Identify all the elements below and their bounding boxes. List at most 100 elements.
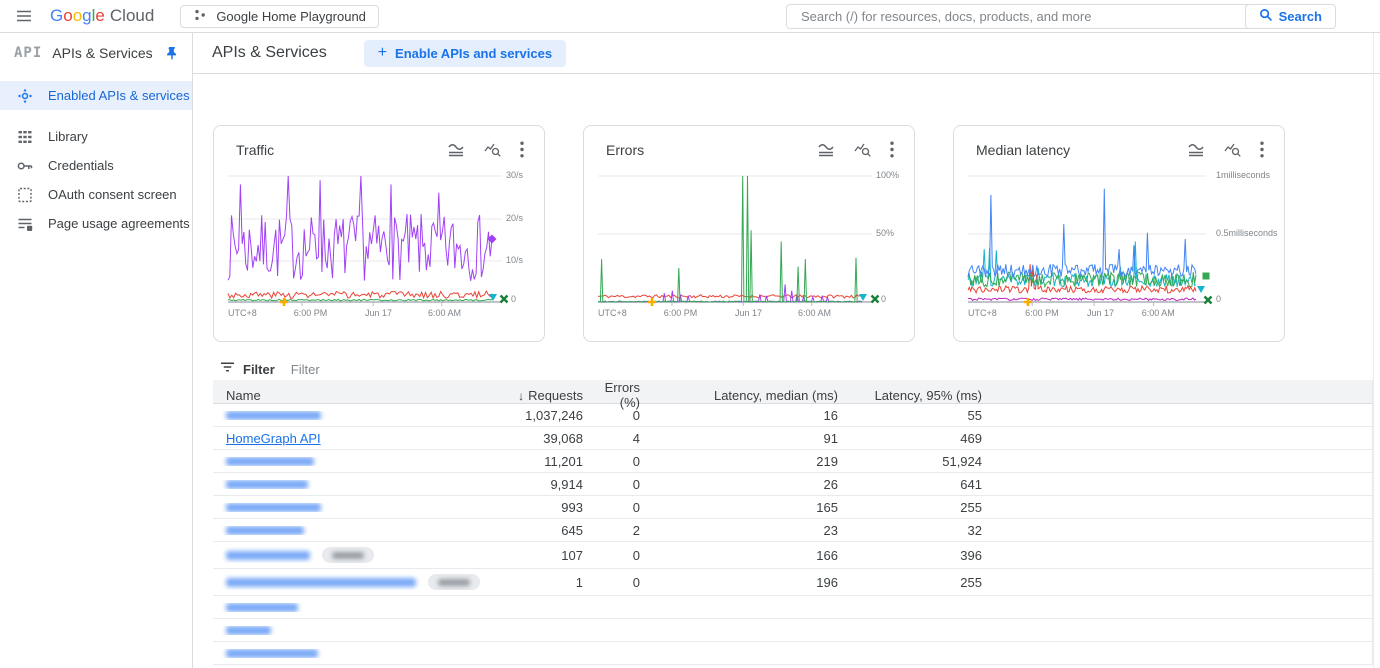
x-axis-label: 6:00 AM [798, 308, 831, 318]
oauth-icon [16, 186, 34, 204]
scrollbar-track[interactable] [1373, 33, 1374, 668]
errors-cell: 0 [583, 575, 660, 590]
sidebar-item-enabled-apis-services[interactable]: Enabled APIs & services [0, 81, 192, 110]
sidebar-item-page-usage-agreements[interactable]: Page usage agreements [0, 209, 192, 238]
col-requests[interactable]: ↓Requests [503, 388, 583, 403]
redacted-api-link[interactable] [226, 503, 321, 512]
topbar: Google Cloud Google Home Playground Sear… [0, 0, 1380, 33]
redacted-api-link[interactable] [226, 480, 308, 489]
redacted-api-link[interactable] [226, 551, 310, 560]
pin-icon[interactable] [166, 46, 178, 60]
api-name-cell [213, 626, 503, 635]
p95-cell: 255 [838, 500, 982, 515]
more-options-icon[interactable] [890, 141, 894, 158]
hamburger-menu-icon[interactable] [14, 6, 34, 26]
x-axis-label: Jun 17 [735, 308, 762, 318]
search-button[interactable]: Search [1245, 4, 1336, 29]
redacted-api-link[interactable] [226, 626, 271, 635]
more-options-icon[interactable] [1260, 141, 1264, 158]
x-axis-label: 6:00 AM [1142, 308, 1175, 318]
smoothing-icon[interactable] [816, 142, 836, 158]
api-name-cell [213, 457, 503, 466]
compass-icon [16, 87, 34, 105]
explore-chart-icon[interactable] [853, 141, 873, 158]
filter-input[interactable]: Filter [291, 362, 1380, 377]
sidebar-header: API APIs & Services [0, 33, 192, 73]
chart-traffic: 30/s20/s10/s0UTC+86:00 PMJun 176:00 AM [214, 162, 544, 322]
sidebar: API APIs & Services Enabled APIs & servi… [0, 33, 193, 668]
api-name-cell [213, 503, 503, 512]
card-title: Median latency [976, 142, 1186, 158]
sidebar-item-label: Page usage agreements [48, 216, 190, 231]
requests-cell: 993 [503, 500, 583, 515]
google-cloud-logo[interactable]: Google Cloud [50, 6, 154, 26]
filter-row: Filter Filter [220, 358, 1380, 380]
api-link[interactable]: HomeGraph API [226, 431, 321, 446]
logo-cloud-word: Cloud [110, 6, 154, 26]
redacted-api-link[interactable] [226, 457, 314, 466]
more-options-icon[interactable] [520, 141, 524, 158]
y-axis-label: 0.5milliseconds [1216, 228, 1278, 238]
api-name-cell [213, 574, 503, 590]
global-search: Search [786, 4, 1336, 29]
redacted-api-link[interactable] [226, 603, 298, 612]
api-name-cell [213, 547, 503, 563]
filter-label: Filter [243, 362, 275, 377]
sidebar-item-label: Library [48, 129, 88, 144]
sidebar-item-label: OAuth consent screen [48, 187, 177, 202]
p95-cell: 55 [838, 408, 982, 423]
agreements-icon [16, 215, 34, 233]
explore-chart-icon[interactable] [1223, 141, 1243, 158]
x-axis-label: UTC+8 [228, 308, 257, 318]
sidebar-item-library[interactable]: Library [0, 122, 192, 151]
errors-cell: 0 [583, 500, 660, 515]
api-product-icon: API [14, 45, 42, 61]
project-selector-button[interactable]: Google Home Playground [180, 5, 379, 28]
table-header-row: Name ↓Requests Errors (%) Latency, media… [213, 380, 1372, 404]
explore-chart-icon[interactable] [483, 141, 503, 158]
redacted-api-link[interactable] [226, 411, 321, 420]
page-header: APIs & Services + Enable APIs and servic… [193, 33, 1380, 74]
y-axis-label: 20/s [506, 213, 523, 223]
col-errors[interactable]: Errors (%) [583, 380, 660, 410]
y-axis-label: 30/s [506, 170, 523, 180]
p95-cell: 51,924 [838, 454, 982, 469]
page-title: APIs & Services [212, 44, 327, 62]
errors-cell: 0 [583, 408, 660, 423]
sidebar-item-oauth-consent-screen[interactable]: OAuth consent screen [0, 180, 192, 209]
redacted-api-link[interactable] [226, 649, 318, 658]
y-axis-label: 100% [876, 170, 899, 180]
errors-cell: 0 [583, 477, 660, 492]
sidebar-item-label: Credentials [48, 158, 114, 173]
col-latency-95[interactable]: Latency, 95% (ms) [838, 388, 982, 403]
y-axis-zero-label: 0 [881, 294, 886, 304]
sidebar-item-credentials[interactable]: Credentials [0, 151, 192, 180]
redacted-api-link[interactable] [226, 578, 416, 587]
enable-apis-button[interactable]: + Enable APIs and services [364, 40, 566, 67]
requests-cell: 11,201 [503, 454, 583, 469]
redacted-api-link[interactable] [226, 526, 304, 535]
col-latency-median[interactable]: Latency, median (ms) [660, 388, 838, 403]
smoothing-icon[interactable] [1186, 142, 1206, 158]
sidebar-nav: Enabled APIs & services Library Credential… [0, 81, 192, 238]
p95-cell: 396 [838, 548, 982, 563]
x-axis-label: 6:00 PM [1025, 308, 1059, 318]
x-axis-label: 6:00 PM [664, 308, 698, 318]
table-row: 9930165255 [213, 496, 1372, 519]
smoothing-icon[interactable] [446, 142, 466, 158]
median-cell: 91 [660, 431, 838, 446]
search-input[interactable] [787, 5, 1246, 28]
api-name-cell [213, 603, 503, 612]
col-name[interactable]: Name [213, 388, 503, 403]
api-name-cell [213, 480, 503, 489]
y-axis-zero-label: 0 [511, 294, 516, 304]
redacted-chip-text [438, 579, 470, 586]
card-median-latency: Median latency1milliseconds0.5millisecon… [953, 125, 1285, 342]
table-row: 1070166396 [213, 542, 1372, 569]
chart-errors: 100%50%0UTC+86:00 PMJun 176:00 AM [584, 162, 914, 322]
api-name-cell: HomeGraph API [213, 431, 503, 446]
y-axis-zero-label: 0 [1216, 294, 1221, 304]
filter-icon [220, 360, 235, 378]
plus-icon: + [378, 45, 387, 61]
table-row [213, 619, 1372, 642]
